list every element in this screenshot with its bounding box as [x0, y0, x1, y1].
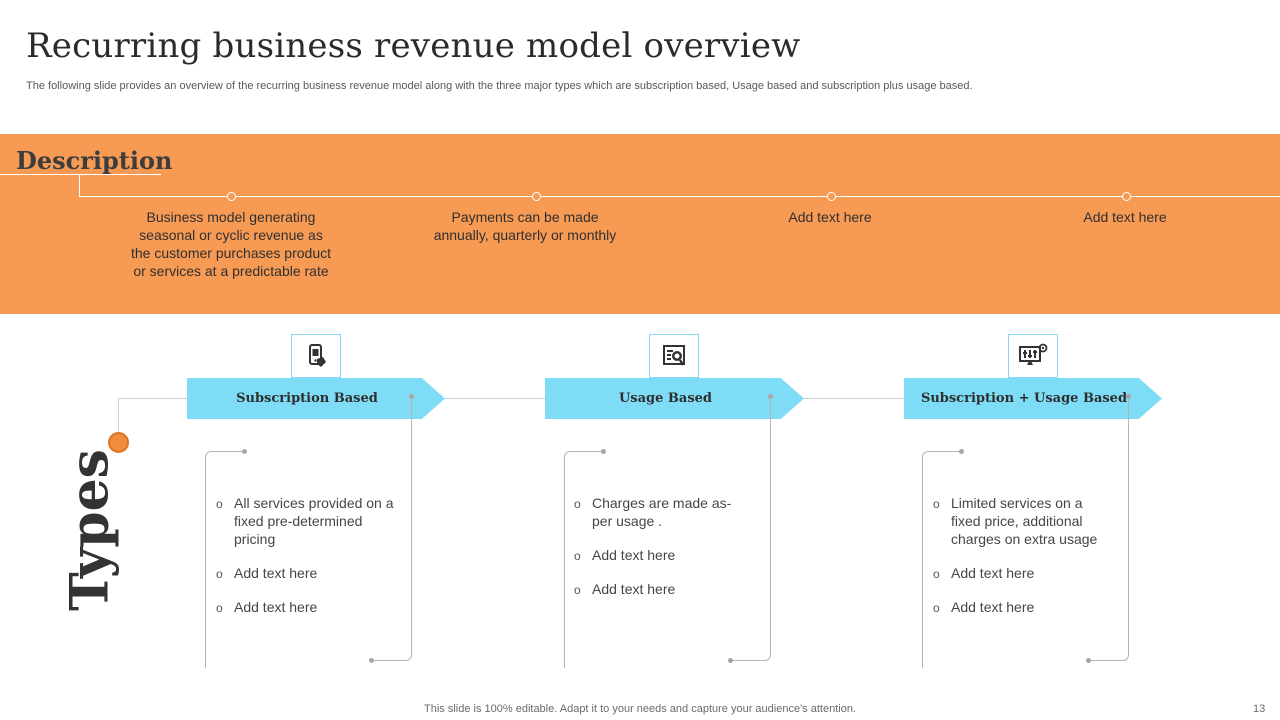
- icon-box-usage: [649, 334, 699, 378]
- card-frame-dot: [1086, 658, 1091, 663]
- bullet-list-usage: Charges are made as-per usage . Add text…: [574, 494, 744, 614]
- page-number: 13: [1253, 703, 1266, 715]
- usage-analytics-icon: [663, 345, 685, 366]
- type-label-usage: Usage Based: [618, 391, 713, 406]
- card-frame-dot: [959, 449, 964, 454]
- card-frame-dot: [601, 449, 606, 454]
- card-frame-dot: [242, 449, 247, 454]
- slide-subtitle: The following slide provides an overview…: [26, 80, 973, 92]
- description-text-1: Business model generating seasonal or cy…: [131, 209, 331, 279]
- description-heading: Description: [16, 146, 173, 175]
- bullet-list-subscription: All services provided on a fixed pre-det…: [216, 494, 401, 632]
- monitor-settings-icon: [1019, 343, 1048, 365]
- description-text-4: Add text here: [1083, 209, 1167, 225]
- description-dot: [227, 192, 236, 201]
- description-underline: [0, 174, 161, 175]
- card-frame-dot: [1126, 394, 1131, 399]
- description-connector: [79, 174, 80, 196]
- list-item: Add text here: [574, 580, 744, 599]
- card-frame-dot: [728, 658, 733, 663]
- list-item: Limited services on a fixed price, addit…: [933, 494, 1113, 548]
- description-dot: [1122, 192, 1131, 201]
- types-heading: Types: [59, 449, 121, 611]
- description-dot: [532, 192, 541, 201]
- slide-title: Recurring business revenue model overvie…: [26, 26, 801, 66]
- card-frame-dot: [768, 394, 773, 399]
- description-text-2: Payments can be made annually, quarterly…: [433, 209, 617, 243]
- slide-footer: This slide is 100% editable. Adapt it to…: [424, 703, 856, 715]
- list-item: Add text here: [574, 546, 744, 565]
- icon-box-subscription-usage: [1008, 334, 1058, 378]
- list-item: Add text here: [933, 598, 1113, 617]
- description-dot: [827, 192, 836, 201]
- type-label-subscription: Subscription Based: [236, 391, 378, 406]
- types-dot: [108, 432, 129, 453]
- card-frame-dot: [369, 658, 374, 663]
- description-text-3: Add text here: [788, 209, 872, 225]
- bullet-list-subscription-usage: Limited services on a fixed price, addit…: [933, 494, 1113, 632]
- list-item: All services provided on a fixed pre-det…: [216, 494, 401, 548]
- list-item: Add text here: [216, 564, 401, 583]
- description-timeline: [79, 196, 1280, 197]
- list-item: Add text here: [216, 598, 401, 617]
- mobile-payment-icon: [309, 344, 326, 367]
- card-frame-dot: [409, 394, 414, 399]
- list-item: Charges are made as-per usage .: [574, 494, 744, 530]
- icon-box-subscription: [291, 334, 341, 378]
- list-item: Add text here: [933, 564, 1113, 583]
- types-connector-vertical: [118, 398, 119, 434]
